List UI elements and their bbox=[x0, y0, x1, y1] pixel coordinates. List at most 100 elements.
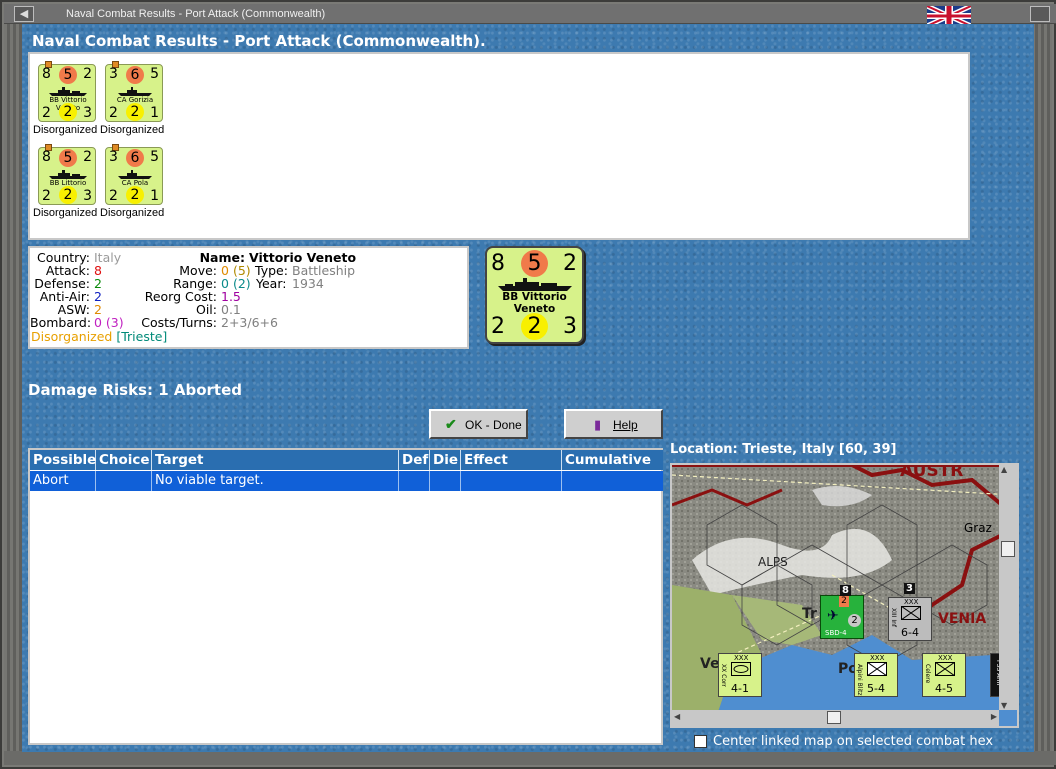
scroll-left-icon[interactable]: ◀ bbox=[674, 712, 680, 721]
unit-size: XXX bbox=[870, 654, 885, 662]
unit-strength: 4-5 bbox=[935, 682, 953, 695]
map-counter-infantry[interactable]: XXX XIII Inf 6-4 bbox=[888, 597, 932, 641]
counter-range: 2 bbox=[126, 186, 144, 204]
map-counter-corps-1[interactable]: XXX XX Corr 4-1 bbox=[718, 653, 762, 697]
cell-def bbox=[399, 471, 430, 491]
horizontal-scroll-thumb[interactable] bbox=[827, 711, 841, 724]
combat-results-table: Possible Choice Target Def Die Effect Cu… bbox=[28, 448, 663, 745]
counter-def2: 1 bbox=[150, 188, 159, 204]
unit-info-panel: Country: Italy Attack: 8 Defense: 2 Anti… bbox=[28, 246, 469, 349]
counter-aa: 2 bbox=[42, 188, 51, 204]
costs-label: Costs/Turns: bbox=[141, 315, 217, 330]
unit-status: Disorganized bbox=[100, 124, 165, 136]
armor-icon bbox=[731, 662, 751, 676]
bottom-border bbox=[4, 751, 1056, 765]
map-horizontal-scrollbar[interactable]: ◀ ▶ bbox=[672, 710, 999, 726]
unit-name: XX Corr bbox=[720, 664, 727, 687]
counter-aa: 2 bbox=[491, 314, 505, 339]
cell-choice bbox=[96, 471, 152, 491]
unit-name: Alpini Blitz bbox=[856, 664, 863, 696]
center-map-checkbox[interactable] bbox=[694, 735, 707, 748]
col-choice[interactable]: Choice bbox=[96, 450, 152, 470]
right-border bbox=[1032, 24, 1052, 764]
unit-strength: 5-4 bbox=[867, 682, 885, 695]
counter-attack: 3 bbox=[109, 66, 118, 82]
counter-defense: 5 bbox=[150, 66, 159, 82]
map-label-trieste: Tr bbox=[802, 606, 817, 622]
counter-attack: 8 bbox=[491, 251, 505, 276]
col-cumulative[interactable]: Cumulative bbox=[562, 450, 663, 470]
cruiser-icon bbox=[118, 170, 152, 179]
unit-size: XXX bbox=[734, 654, 749, 662]
scroll-down-icon[interactable]: ▼ bbox=[1001, 701, 1007, 710]
air-range: 2 bbox=[848, 614, 861, 627]
counter-move: 6 bbox=[126, 149, 144, 167]
map-label-venezia: Ve bbox=[700, 656, 720, 672]
ok-done-label: OK - Done bbox=[465, 418, 522, 432]
counter-range: 2 bbox=[521, 313, 548, 340]
bombard-label: Bombard: bbox=[30, 315, 92, 330]
counter-move: 5 bbox=[59, 66, 77, 84]
ok-done-button[interactable]: ✔ OK - Done bbox=[429, 409, 528, 439]
map-label-austria: AUSTR bbox=[900, 463, 964, 481]
map-vertical-scrollbar[interactable]: ▲ ▼ bbox=[999, 465, 1017, 710]
selected-unit-counter[interactable]: 8 5 2 BB Vittorio Veneto 2 2 3 bbox=[485, 246, 584, 344]
help-button[interactable]: ▮ Help bbox=[564, 409, 663, 439]
map-label-slovenia: VENIA bbox=[938, 611, 987, 627]
counter-aa: 2 bbox=[109, 188, 118, 204]
col-die[interactable]: Die bbox=[430, 450, 461, 470]
left-border bbox=[4, 24, 24, 764]
scroll-up-icon[interactable]: ▲ bbox=[1001, 465, 1007, 474]
checkmark-icon: ✔ bbox=[445, 416, 457, 432]
window-title: Naval Combat Results - Port Attack (Comm… bbox=[66, 8, 326, 20]
counter-defense: 5 bbox=[150, 149, 159, 165]
col-effect[interactable]: Effect bbox=[461, 450, 562, 470]
year-label: Year: bbox=[256, 276, 287, 291]
cell-effect bbox=[461, 471, 562, 491]
counter-def2: 3 bbox=[83, 105, 92, 121]
unit-size: XXX bbox=[938, 654, 953, 662]
linked-map[interactable]: AUSTR Graz ALPS VENIA Tr Ve Po 2 2 ✈ SBD… bbox=[670, 463, 1019, 728]
col-def[interactable]: Def bbox=[399, 450, 430, 470]
col-possible[interactable]: Possible bbox=[30, 450, 96, 470]
center-map-label: Center linked map on selected combat hex bbox=[713, 734, 994, 749]
unit-strength: 6-4 bbox=[901, 626, 919, 639]
map-counter-air-unit[interactable]: 2 2 ✈ SBD-4 bbox=[820, 595, 864, 639]
window-menu-button[interactable]: ◀ bbox=[14, 6, 34, 22]
uk-flag-icon[interactable] bbox=[927, 6, 971, 26]
counter-aa: 2 bbox=[109, 105, 118, 121]
unit-counter-bb-vittorio-veneto[interactable]: 8 5 2 BB VittorioVeneto 2 2 3 bbox=[38, 61, 96, 122]
counter-def2: 3 bbox=[563, 314, 577, 339]
unit-counter-ca-gorizia[interactable]: 3 6 5 CA Gorizia 2 2 1 bbox=[105, 61, 163, 122]
scroll-right-icon[interactable]: ▶ bbox=[991, 712, 997, 721]
vertical-scroll-thumb[interactable] bbox=[1001, 541, 1015, 557]
counter-attack: 8 bbox=[42, 149, 51, 165]
units-panel: 8 5 2 BB VittorioVeneto 2 2 3 Disorganiz… bbox=[28, 52, 970, 240]
counter-defense: 2 bbox=[563, 251, 577, 276]
table-header: Possible Choice Target Def Die Effect Cu… bbox=[30, 450, 663, 470]
air-unit-name: SBD-4 bbox=[825, 629, 847, 637]
counter-move: 5 bbox=[59, 149, 77, 167]
cruiser-icon bbox=[118, 87, 152, 96]
help-book-icon: ▮ bbox=[594, 417, 602, 432]
stack-count: 8 bbox=[840, 585, 851, 596]
infantry-icon bbox=[901, 606, 921, 620]
mountain-infantry-icon bbox=[867, 662, 887, 676]
counter-move: 6 bbox=[126, 66, 144, 84]
cell-possible: Abort bbox=[30, 471, 96, 491]
counter-attack: 8 bbox=[42, 66, 51, 82]
page-title: Naval Combat Results - Port Attack (Comm… bbox=[32, 32, 486, 50]
unit-counter-ca-pola[interactable]: 3 6 5 CA Pola 2 2 1 bbox=[105, 144, 163, 205]
col-target[interactable]: Target bbox=[152, 450, 399, 470]
counter-range: 2 bbox=[59, 103, 77, 121]
unit-counter-bb-littorio[interactable]: 8 5 2 BB Littorio 2 2 3 bbox=[38, 144, 96, 205]
unit-size: XXX bbox=[904, 598, 919, 606]
unit-strength: 4-1 bbox=[731, 682, 749, 695]
table-row[interactable]: Abort No viable target. bbox=[30, 471, 663, 491]
motorized-icon bbox=[935, 662, 955, 676]
stack-count: 3 bbox=[904, 583, 915, 594]
minimize-button[interactable] bbox=[1030, 6, 1050, 22]
counter-name: BB VittorioVeneto bbox=[502, 291, 567, 315]
map-counter-corps-2[interactable]: XXX Alpini Blitz 5-4 bbox=[854, 653, 898, 697]
map-counter-corps-3[interactable]: XXX Celere 4-5 bbox=[922, 653, 966, 697]
